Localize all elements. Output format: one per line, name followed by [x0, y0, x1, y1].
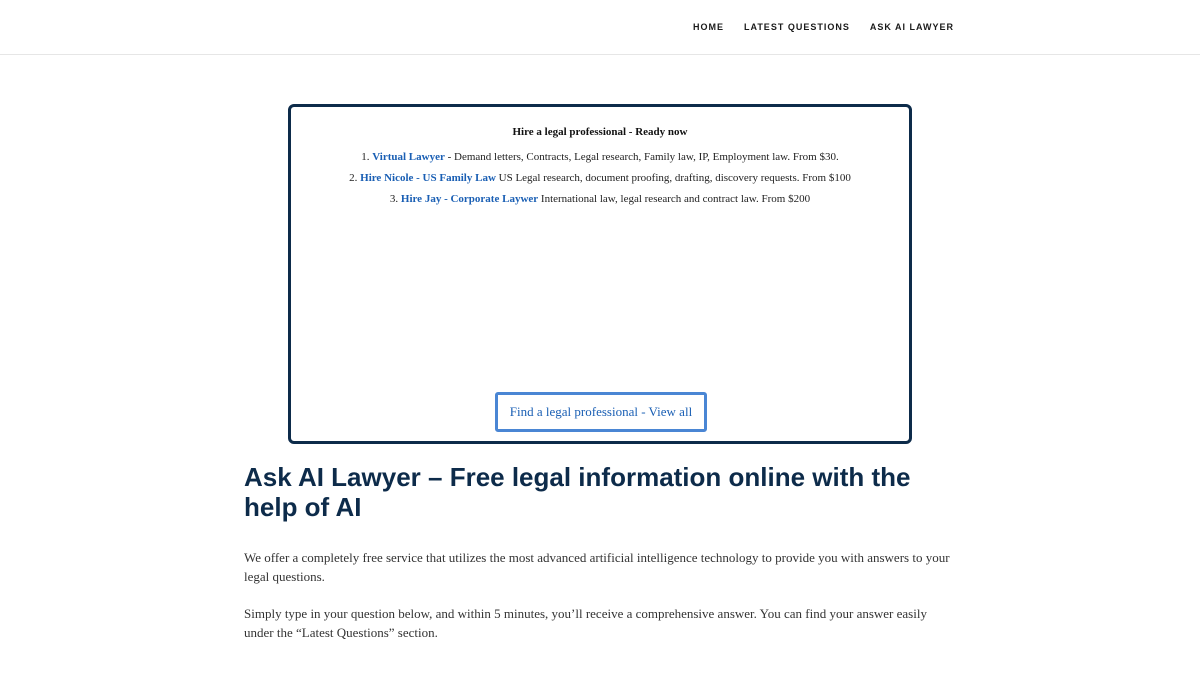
virtual-lawyer-link[interactable]: Virtual Lawyer	[372, 151, 445, 163]
promo-item-number: 1.	[361, 151, 370, 163]
hire-legal-professional-box: Hire a legal professional - Ready now 1.…	[288, 104, 912, 444]
promo-item-description: International law, legal research and co…	[538, 193, 811, 205]
find-legal-professional-button[interactable]: Find a legal professional - View all	[495, 392, 707, 432]
instructions-paragraph: Simply type in your question below, and …	[244, 606, 927, 640]
nav-ask-ai-lawyer-link[interactable]: ASK AI LAWYER	[870, 20, 954, 34]
main-nav: HOME LATEST QUESTIONS ASK AI LAWYER	[673, 20, 954, 34]
promo-title: Hire a legal professional - Ready now	[512, 126, 688, 138]
promo-item-description: - Demand letters, Contracts, Legal resea…	[444, 151, 839, 163]
promo-item-description: US Legal research, document proofing, dr…	[495, 172, 851, 184]
promo-list-item: 3. Hire Jay - Corporate Laywer Internati…	[291, 189, 909, 210]
promo-list-item: 2. Hire Nicole - US Family Law US Legal …	[291, 168, 909, 189]
promo-list-item: 1. Virtual Lawyer - Demand letters, Cont…	[291, 147, 909, 168]
promo-list: 1. Virtual Lawyer - Demand letters, Cont…	[291, 147, 909, 210]
nav-home-link[interactable]: HOME	[693, 20, 724, 34]
promo-item-number: 3.	[389, 193, 399, 205]
nav-latest-questions-link[interactable]: LATEST QUESTIONS	[744, 20, 850, 34]
promo-item-number: 2.	[349, 172, 358, 184]
hire-jay-link[interactable]: Hire Jay - Corporate Laywer	[401, 193, 538, 205]
hire-nicole-link[interactable]: Hire Nicole - US Family Law	[360, 172, 496, 184]
top-navigation-bar: HOME LATEST QUESTIONS ASK AI LAWYER	[0, 0, 1200, 55]
intro-paragraph: We offer a completely free service that …	[244, 550, 950, 584]
page-heading: Ask AI Lawyer – Free legal information o…	[244, 462, 911, 522]
